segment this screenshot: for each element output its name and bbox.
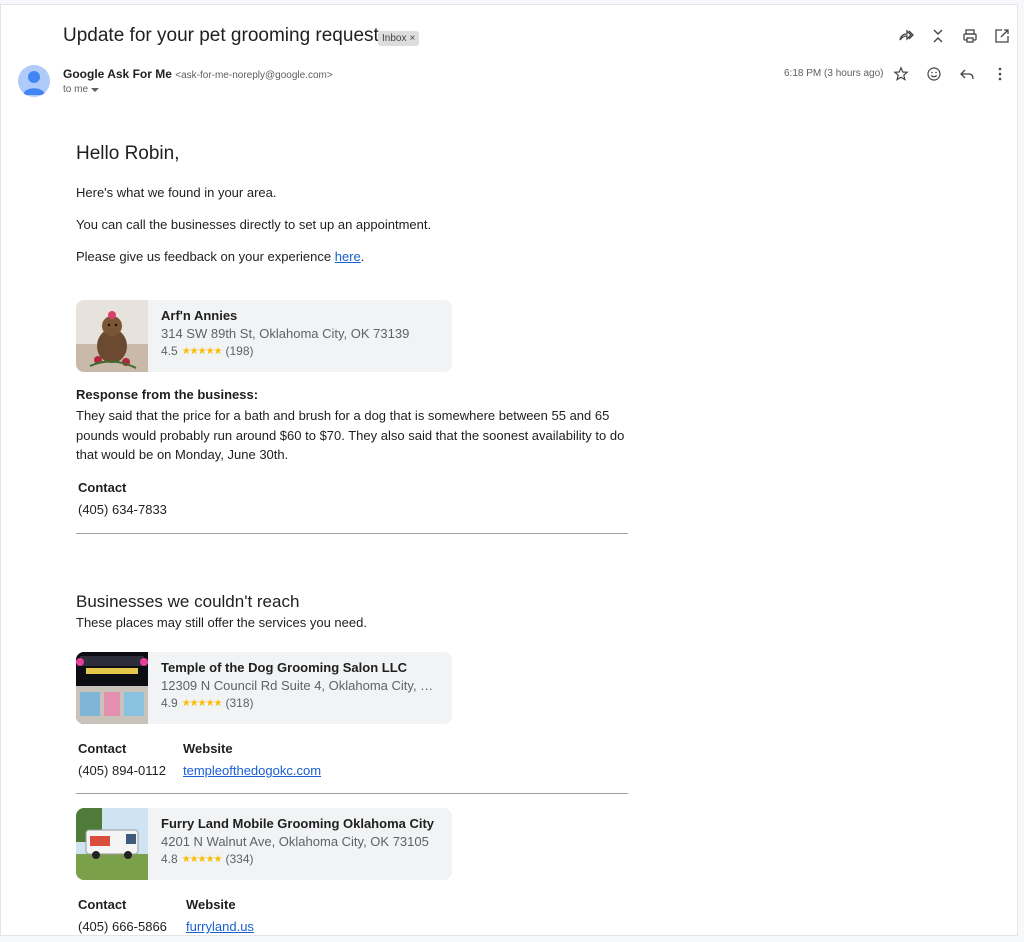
business-rating: 4.5 ★★★★★ (198) <box>161 344 441 358</box>
more-options-icon[interactable] <box>991 65 1009 83</box>
sender-name[interactable]: Google Ask For Me <box>63 67 172 81</box>
business-card-arfn-annies[interactable]: Arf'n Annies 314 SW 89th St, Oklahoma Ci… <box>76 300 452 372</box>
contact-phone[interactable]: (405) 894-0112 <box>78 763 166 778</box>
business-address: 4201 N Walnut Ave, Oklahoma City, OK 731… <box>161 834 429 849</box>
unreached-section-title: Businesses we couldn't reach <box>76 592 300 611</box>
print-icon[interactable] <box>961 27 979 45</box>
inbox-label-chip[interactable]: Inbox × <box>378 31 420 46</box>
rating-stars-icon: ★★★★★ <box>181 697 223 709</box>
business-rating: 4.8 ★★★★★ (334) <box>161 852 441 866</box>
sender-avatar[interactable] <box>18 65 50 97</box>
email-view: Update for your pet grooming request Inb… <box>0 4 1018 936</box>
rating-value: 4.5 <box>161 344 178 358</box>
remove-label-icon[interactable]: × <box>409 33 415 44</box>
business-address: 12309 N Council Rd Suite 4, Oklahoma Cit… <box>161 678 441 693</box>
rating-value: 4.9 <box>161 696 178 710</box>
website-link[interactable]: templeofthedogokc.com <box>183 763 321 778</box>
star-icon[interactable] <box>892 65 910 83</box>
rating-stars-icon: ★★★★★ <box>181 345 223 357</box>
business-card-furry-land[interactable]: Furry Land Mobile Grooming Oklahoma City… <box>76 808 452 880</box>
review-count: (318) <box>225 696 254 710</box>
unreached-section-subtitle: These places may still offer the service… <box>76 615 367 630</box>
contact-label: Contact <box>78 480 127 495</box>
business-photo <box>76 652 148 724</box>
feedback-period: . <box>360 249 365 264</box>
divider <box>76 533 628 534</box>
contact-phone[interactable]: (405) 634-7833 <box>78 502 167 517</box>
greeting: Hello Robin, <box>76 143 180 164</box>
business-info: Temple of the Dog Grooming Salon LLC 123… <box>148 652 451 724</box>
inbox-label-text: Inbox <box>382 33 407 44</box>
business-photo <box>76 300 148 372</box>
response-label: Response from the business: <box>76 387 259 402</box>
website-link[interactable]: furryland.us <box>186 919 254 934</box>
emoji-reaction-icon[interactable] <box>925 65 943 83</box>
website-label: Website <box>183 741 233 756</box>
intro-line: Here's what we found in your area. <box>76 185 277 200</box>
sender-address: <ask-for-me-noreply@google.com> <box>175 70 333 81</box>
collapse-all-icon[interactable] <box>929 27 947 45</box>
feedback-link[interactable]: here <box>335 249 361 264</box>
divider <box>76 793 628 794</box>
rating-value: 4.8 <box>161 852 178 866</box>
business-photo <box>76 808 148 880</box>
rating-stars-icon: ★★★★★ <box>181 853 223 865</box>
chevron-down-icon <box>91 87 100 92</box>
business-name: Furry Land Mobile Grooming Oklahoma City <box>161 816 435 831</box>
review-count: (198) <box>225 344 254 358</box>
feedback-line: Please give us feedback on your experien… <box>76 249 636 264</box>
feedback-text: Please give us feedback on your experien… <box>76 249 335 264</box>
business-info: Arf'n Annies 314 SW 89th St, Oklahoma Ci… <box>148 300 451 372</box>
open-new-window-icon[interactable] <box>993 27 1011 45</box>
contact-phone[interactable]: (405) 666-5866 <box>78 919 167 934</box>
instruction-line: You can call the businesses directly to … <box>76 217 432 232</box>
reply-icon[interactable] <box>958 65 976 83</box>
contact-label: Contact <box>78 897 127 912</box>
recipient-text: to me <box>63 84 89 95</box>
thread-toolbar <box>897 27 1011 45</box>
business-card-temple-of-the-dog[interactable]: Temple of the Dog Grooming Salon LLC 123… <box>76 652 452 724</box>
email-body: Hello Robin, Here's what we found in you… <box>76 143 636 281</box>
business-rating: 4.9 ★★★★★ (318) <box>161 696 441 710</box>
email-subject: Update for your pet grooming request <box>63 25 379 46</box>
sender-line: Google Ask For Me <ask-for-me-noreply@go… <box>63 67 333 81</box>
contact-label: Contact <box>78 741 127 756</box>
recipient-details-toggle[interactable]: to me <box>63 84 100 95</box>
message-time: 6:18 PM (3 hours ago) <box>784 68 884 79</box>
message-toolbar <box>892 65 1009 83</box>
business-address: 314 SW 89th St, Oklahoma City, OK 73139 <box>161 326 410 341</box>
review-count: (334) <box>225 852 254 866</box>
forward-all-icon[interactable] <box>897 27 915 45</box>
website-label: Website <box>186 897 236 912</box>
response-text: They said that the price for a bath and … <box>76 408 625 462</box>
business-name: Temple of the Dog Grooming Salon LLC <box>161 660 408 675</box>
business-name: Arf'n Annies <box>161 308 238 323</box>
business-info: Furry Land Mobile Grooming Oklahoma City… <box>148 808 451 880</box>
